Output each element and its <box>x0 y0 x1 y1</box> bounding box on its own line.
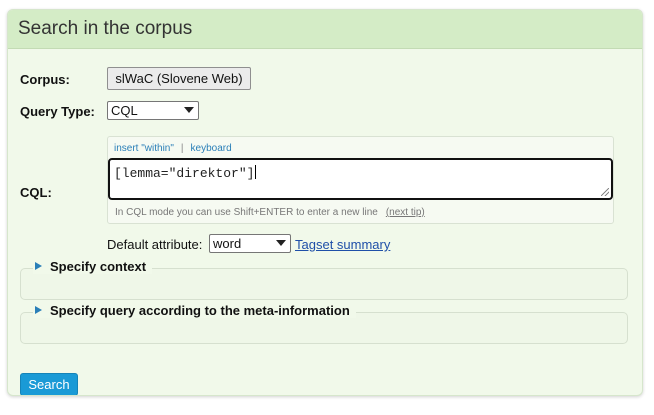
search-button[interactable]: Search <box>20 373 78 395</box>
query-type-select[interactable]: CQL <box>107 101 199 120</box>
panel-header: Search in the corpus <box>8 10 642 49</box>
default-attribute-select[interactable]: word <box>209 234 291 253</box>
cql-hint: In CQL mode you can use Shift+ENTER to e… <box>115 207 425 218</box>
cql-toolbar: insert "within" | keyboard <box>114 143 232 154</box>
meta-section-title: Specify query according to the meta-info… <box>50 303 350 318</box>
insert-within-link[interactable]: insert "within" <box>114 143 174 154</box>
panel-title: Search in the corpus <box>18 18 193 39</box>
corpus-label: Corpus: <box>20 72 70 87</box>
default-attribute-label: Default attribute: <box>107 237 203 252</box>
tagset-summary-link[interactable]: Tagset summary <box>295 237 390 252</box>
corpus-select-button[interactable]: slWaC (Slovene Web) <box>107 67 251 90</box>
search-panel: Search in the corpus Corpus: slWaC (Slov… <box>7 9 643 396</box>
resize-handle-icon[interactable] <box>601 188 609 196</box>
context-section-title: Specify context <box>50 259 147 274</box>
cql-box: insert "within" | keyboard [lemma="direkto… <box>107 136 614 224</box>
cql-input[interactable]: [lemma="direktor"] <box>108 158 613 200</box>
next-tip-link[interactable]: (next tip) <box>386 207 425 218</box>
context-toggle[interactable]: Specify context <box>33 259 153 274</box>
meta-section: Specify query according to the meta-info… <box>20 303 628 344</box>
cql-label: CQL: <box>20 185 52 200</box>
cql-hint-text: In CQL mode you can use Shift+ENTER to e… <box>115 207 378 218</box>
triangle-right-icon <box>35 262 42 270</box>
default-attribute-value: word <box>213 236 242 251</box>
toolbar-separator: | <box>180 143 184 154</box>
query-type-value: CQL <box>111 103 138 118</box>
text-caret <box>255 165 257 179</box>
meta-toggle[interactable]: Specify query according to the meta-info… <box>33 303 356 318</box>
triangle-right-icon <box>35 306 42 314</box>
cql-input-value: [lemma="direktor"] <box>114 166 255 181</box>
query-type-label: Query Type: <box>20 104 95 119</box>
chevron-down-icon <box>276 240 286 246</box>
keyboard-link[interactable]: keyboard <box>191 143 232 154</box>
context-section: Specify context <box>20 259 628 300</box>
chevron-down-icon <box>184 107 194 113</box>
